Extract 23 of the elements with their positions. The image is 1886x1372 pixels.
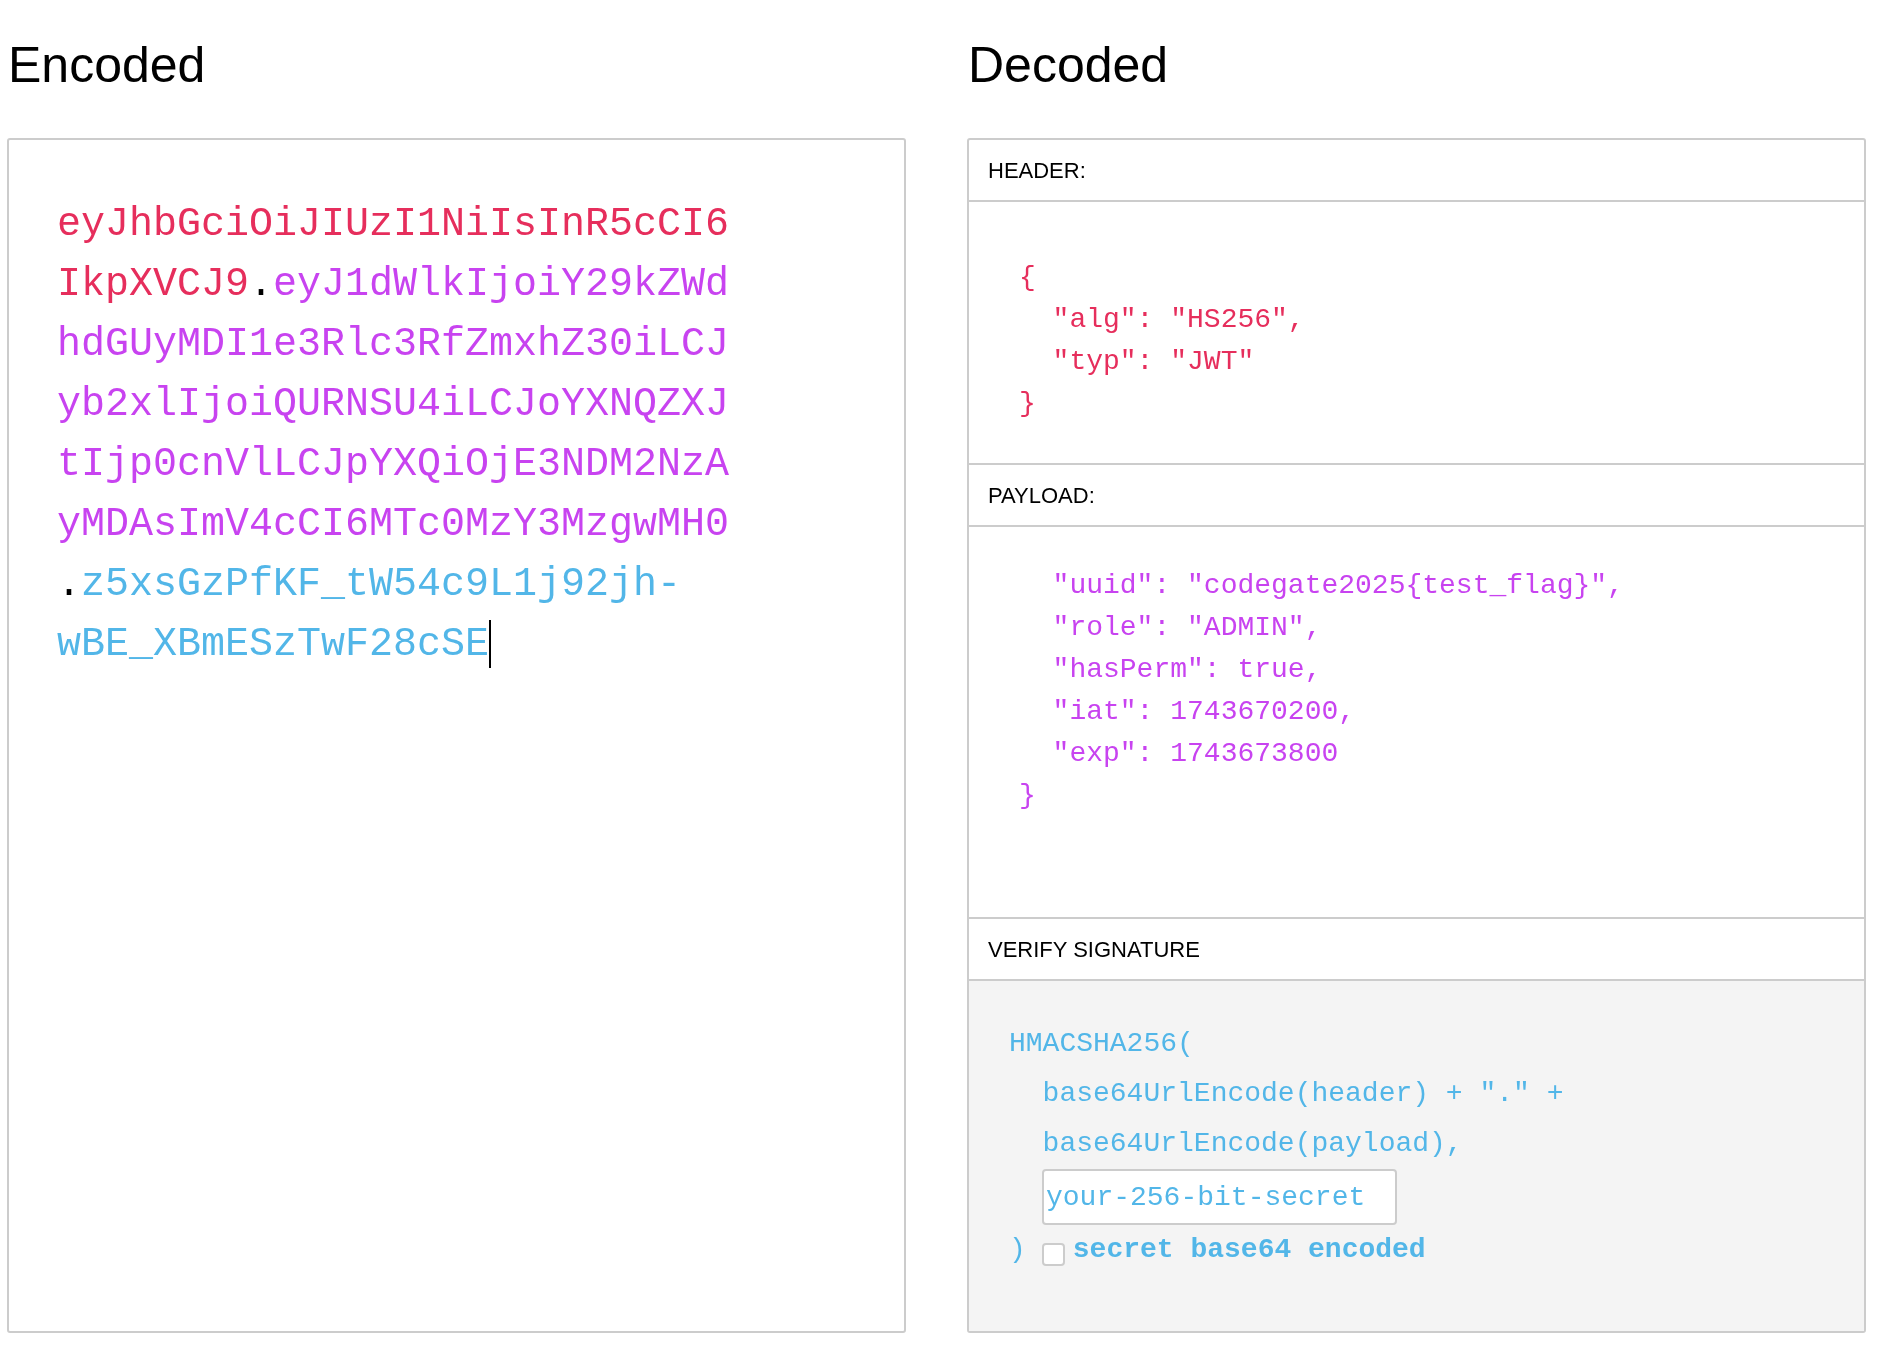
checkbox[interactable]	[1041, 1242, 1065, 1266]
code-line: {	[1019, 261, 1037, 295]
code-line: "alg": "HS256",	[1051, 303, 1306, 337]
section-title: Encoded	[7, 36, 207, 95]
code-line: }	[1019, 779, 1037, 813]
code-line: "iat": 1743670200,	[1051, 695, 1357, 729]
code-line: base64UrlEncode(header) + "." +	[1041, 1077, 1564, 1111]
code-line: "role": "ADMIN",	[1051, 611, 1323, 645]
secret-input[interactable]: your-256-bit-secret	[1042, 1169, 1397, 1225]
code-line: )	[1009, 1233, 1026, 1267]
code-line: "exp": 1743673800	[1051, 737, 1340, 771]
code-line: "uuid": "codegate2025{test_flag}",	[1051, 569, 1625, 603]
encoded-token-field[interactable]	[7, 138, 906, 1333]
code-line: base64UrlEncode(payload),	[1041, 1127, 1463, 1161]
code-line: "hasPerm": true,	[1051, 653, 1323, 687]
section-label: PAYLOAD:	[969, 465, 1864, 527]
code-line: "typ": "JWT"	[1051, 345, 1256, 379]
section-title: Decoded	[967, 36, 1170, 95]
section-label: HEADER:	[969, 140, 1864, 202]
code-line: HMACSHA256(	[1009, 1027, 1194, 1061]
code-line: }	[1019, 387, 1037, 421]
checkbox-label: secret base64 encoded	[1072, 1233, 1426, 1267]
encoded-token: eyJhbGciOiJIUzI1NiIsInR5cCI6IkpXVCJ9.eyJ1dWlkIjoiY29kZWdhdGUyMDI1e3Rlc3RfZmxhZ30iLCJyb2xlIjoiQURNSU4iLCJoYXNQZXJtIjp0cnVlLCJpYXQiOjE3NDM2NzAyMDAsImV4cCI6MTc0MzY3MzgwMH0 .z5xsGzPfKF_tW54c9L1j92jh-wBE_XBmESzTwF28cSE	[57, 201, 731, 671]
